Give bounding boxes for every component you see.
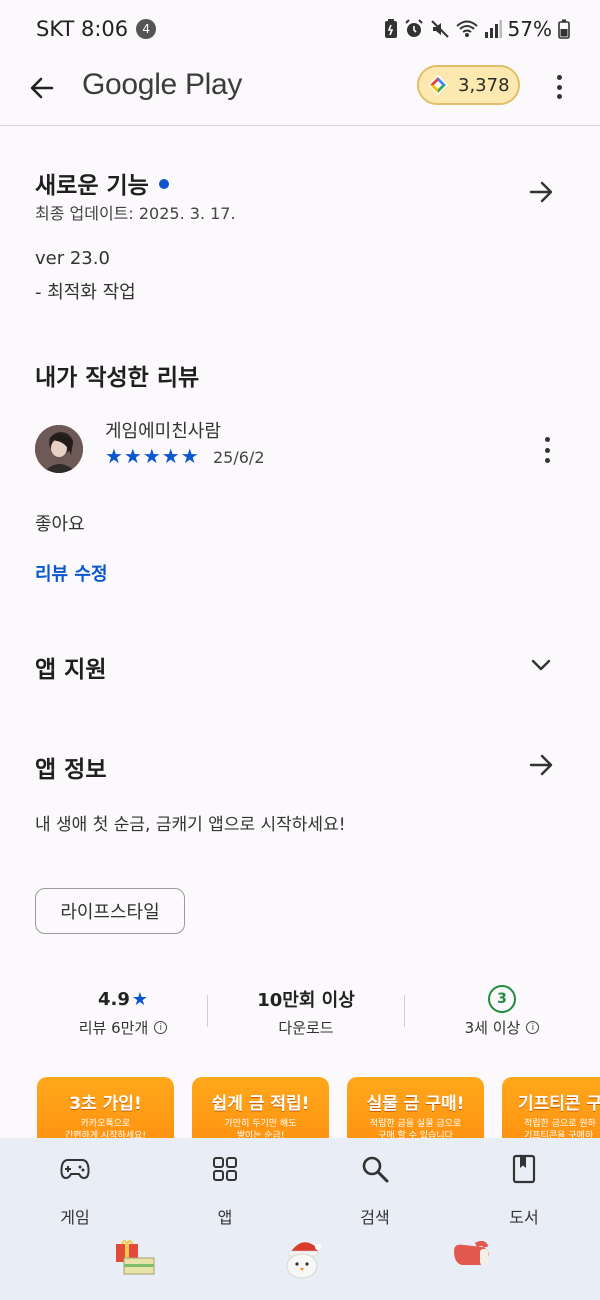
nav-label-search: 검색 <box>360 1208 390 1227</box>
age-rating-label: 3세 이상 <box>464 1019 521 1037</box>
screenshot-title: 기프티콘 구 <box>518 1094 600 1114</box>
apps-grid-icon <box>213 1157 237 1181</box>
mitten-icon <box>454 1241 489 1265</box>
nav-label-books: 도서 <box>509 1208 539 1227</box>
book-icon <box>512 1154 536 1184</box>
edit-review-link[interactable]: 리뷰 수정 <box>35 560 108 586</box>
gift-box-icon <box>116 1240 155 1275</box>
nav-item-games[interactable]: 게임 <box>30 1152 120 1228</box>
play-points-value: 3,378 <box>458 74 510 96</box>
whats-new-arrow-button[interactable] <box>524 175 558 209</box>
more-dot-icon <box>556 94 562 99</box>
screenshot-card[interactable]: 기프티콘 구 적립한 금으로 원하 기프티콘을 구매하 <box>502 1077 600 1139</box>
whats-new-title: 새로운 기능 <box>35 173 149 199</box>
app-info-arrow-button[interactable] <box>524 748 558 782</box>
play-points-chip[interactable]: 3,378 <box>417 65 520 105</box>
nav-label-apps: 앱 <box>217 1208 233 1227</box>
whats-new-header[interactable]: 새로운 기능 <box>35 166 169 200</box>
new-indicator-dot <box>158 178 169 189</box>
stat-divider <box>404 995 405 1027</box>
screenshot-subtitle: 적립한 금을 실물 금으로 <box>369 1119 462 1129</box>
stat-divider <box>207 995 208 1027</box>
age-rating-badge: 3 <box>488 985 516 1013</box>
screenshot-subtitle: 카카오톡으로 <box>80 1119 131 1129</box>
wifi-icon <box>455 20 478 37</box>
review-more-button[interactable] <box>540 437 554 463</box>
screenshot-card[interactable]: 실물 금 구매! 적립한 금을 실물 금으로 구매 할 수 있습니다 <box>347 1077 484 1139</box>
my-review-title: 내가 작성한 리뷰 <box>35 365 200 391</box>
rating-stat[interactable]: 4.9 ★ 리뷰 6만개 i <box>33 985 213 1038</box>
bottom-navigation: 게임 앱 검색 도서 <box>0 1138 600 1300</box>
more-options-button[interactable] <box>546 72 572 102</box>
review-count: 리뷰 6만개 <box>78 1019 149 1037</box>
more-dot-icon <box>544 437 550 442</box>
rating-value: 4.9 <box>97 988 130 1010</box>
screenshot-title: 실물 금 구매! <box>366 1094 465 1114</box>
arrow-right-icon <box>529 181 553 203</box>
screenshot-carousel[interactable]: 3초 가입! 카카오톡으로 간편하게 시작하세요! 쉽게 금 적립! 가만히 두… <box>37 1077 600 1139</box>
chevron-down-icon <box>531 659 551 671</box>
app-support-title[interactable]: 앱 지원 <box>35 650 107 684</box>
battery-icon <box>558 19 570 39</box>
avatar <box>35 425 83 473</box>
status-right: 57% <box>384 17 570 41</box>
battery-saver-icon <box>384 19 397 38</box>
nav-item-books[interactable]: 도서 <box>479 1152 569 1228</box>
reviewer-name: 게임에미친사람 <box>105 421 221 442</box>
gift-box-shortcut[interactable] <box>113 1235 157 1279</box>
mitten-shortcut[interactable] <box>449 1235 493 1279</box>
review-date: 25/6/2 <box>213 448 265 467</box>
info-icon: i <box>154 1021 168 1034</box>
signal-icon <box>484 20 502 38</box>
nav-label-games: 게임 <box>60 1208 90 1227</box>
more-dot-icon <box>544 447 550 453</box>
update-note: - 최적화 작업 <box>35 282 136 303</box>
review-text: 좋아요 <box>35 514 85 535</box>
category-chip[interactable]: 라이프스타일 <box>35 888 185 934</box>
alarm-icon <box>404 19 423 37</box>
downloads-label: 다운로드 <box>278 1019 334 1037</box>
app-bar: Google Play 3,378 <box>0 58 600 126</box>
downloads-stat: 10만회 이상 다운로드 <box>216 985 396 1038</box>
carrier-time: SKT 8:06 <box>36 17 129 41</box>
app-info-title[interactable]: 앱 정보 <box>35 750 107 784</box>
snowman-santa-icon <box>286 1242 321 1279</box>
downloads-value: 10만회 이상 <box>257 990 355 1011</box>
gamepad-icon <box>60 1159 90 1180</box>
arrow-right-icon <box>529 754 553 776</box>
review-star-rating: ★★★★★ <box>105 444 200 468</box>
age-rating-stat[interactable]: 3 3세 이상 i <box>412 985 592 1038</box>
screenshot-subtitle: 적립한 금으로 원하 <box>524 1119 596 1129</box>
back-button[interactable] <box>24 70 60 106</box>
screenshot-title: 3초 가입! <box>69 1094 142 1114</box>
last-updated: 최종 업데이트: 2025. 3. 17. <box>35 204 236 223</box>
nav-item-search[interactable]: 검색 <box>330 1152 420 1228</box>
status-left: SKT 8:06 4 <box>36 17 157 41</box>
more-dot-icon <box>556 75 562 80</box>
version-text: ver 23.0 <box>35 248 110 269</box>
more-dot-icon <box>556 84 562 90</box>
app-bar-title: Google Play <box>82 68 243 101</box>
screenshot-card[interactable]: 3초 가입! 카카오톡으로 간편하게 시작하세요! <box>37 1077 174 1139</box>
mute-icon <box>430 20 449 38</box>
status-bar: SKT 8:06 4 57% <box>0 0 600 58</box>
arrow-left-icon <box>30 77 54 99</box>
notification-count-badge: 4 <box>136 19 157 39</box>
screenshot-subtitle: 가만히 두기만 해도 <box>224 1119 297 1129</box>
nav-item-apps[interactable]: 앱 <box>180 1152 270 1228</box>
screenshot-title: 쉽게 금 적립! <box>211 1094 310 1114</box>
more-dot-icon <box>544 458 550 463</box>
app-support-expand-button[interactable] <box>524 648 558 682</box>
character-shortcut[interactable] <box>280 1235 324 1279</box>
battery-percent: 57% <box>507 17 552 41</box>
app-description: 내 생애 첫 순금, 금캐기 앱으로 시작하세요! <box>35 815 346 835</box>
play-points-icon <box>428 75 448 95</box>
star-icon: ★ <box>131 988 149 1010</box>
info-icon: i <box>526 1021 540 1034</box>
screenshot-card[interactable]: 쉽게 금 적립! 가만히 두기만 해도 쌓이는 순금! <box>192 1077 329 1139</box>
search-icon <box>362 1156 389 1183</box>
